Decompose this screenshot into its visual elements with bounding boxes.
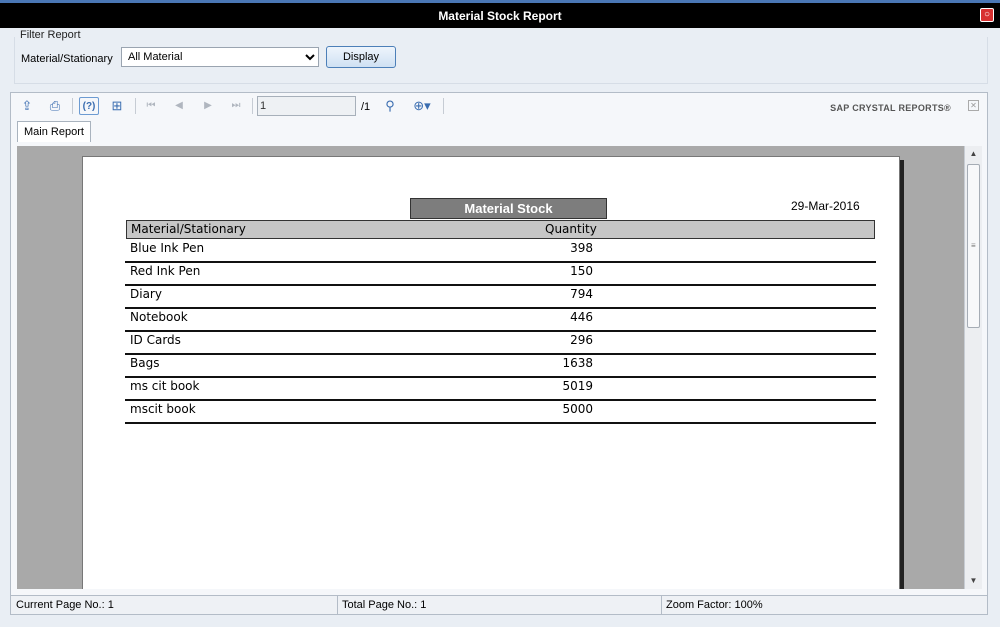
- window-title: Material Stock Report: [438, 9, 562, 23]
- material-name: Notebook: [130, 310, 188, 324]
- status-divider: [661, 596, 662, 614]
- material-select[interactable]: All Material: [121, 47, 319, 67]
- sap-crystal-reports-logo: SAP CRYSTAL REPORTS®: [830, 103, 951, 113]
- report-date: 29-Mar-2016: [791, 199, 860, 213]
- page-number-input[interactable]: [257, 96, 356, 116]
- viewer-toolbar: ⇪ ⎙ (?) ⊞ ⏮ ◀ ▶ ⏭ /1 ⚲ ⊕▾ SAP CRYSTAL RE…: [11, 93, 987, 119]
- table-row: ID Cards 296: [125, 332, 876, 355]
- close-icon[interactable]: ○: [980, 8, 994, 22]
- table-row: ms cit book 5019: [125, 378, 876, 401]
- report-viewer: ⇪ ⎙ (?) ⊞ ⏮ ◀ ▶ ⏭ /1 ⚲ ⊕▾ SAP CRYSTAL RE…: [10, 92, 988, 615]
- table-row: Red Ink Pen 150: [125, 263, 876, 286]
- report-page: Material Stock 29-Mar-2016 Material/Stat…: [82, 156, 900, 589]
- material-quantity: 446: [570, 310, 593, 324]
- material-name: Bags: [130, 356, 160, 370]
- tab-main-report[interactable]: Main Report: [17, 121, 91, 142]
- current-page-status: Current Page No.: 1: [16, 599, 114, 611]
- toolbar-separator: [135, 98, 136, 114]
- table-row: Notebook 446: [125, 309, 876, 332]
- zoom-dropdown-icon[interactable]: ⊕▾: [407, 97, 437, 115]
- table-row: Blue Ink Pen 398: [125, 240, 876, 263]
- print-icon[interactable]: ⎙: [45, 97, 65, 115]
- title-bar: Material Stock Report ○: [0, 0, 1000, 28]
- previous-page-icon[interactable]: ◀: [169, 97, 189, 115]
- material-quantity: 1638: [562, 356, 593, 370]
- next-page-icon[interactable]: ▶: [198, 97, 218, 115]
- report-canvas: Material Stock 29-Mar-2016 Material/Stat…: [17, 146, 982, 589]
- column-header-material: Material/Stationary: [131, 222, 246, 236]
- table-header: Material/Stationary Quantity: [126, 220, 875, 239]
- material-quantity: 296: [570, 333, 593, 347]
- material-name: Blue Ink Pen: [130, 241, 205, 255]
- material-name: ID Cards: [130, 333, 181, 347]
- table-row: Diary 794: [125, 286, 876, 309]
- table-row: mscit book 5000: [125, 401, 876, 424]
- table-row: Bags 1638: [125, 355, 876, 378]
- scroll-down-icon[interactable]: ▼: [965, 573, 982, 589]
- total-page-status: Total Page No.: 1: [342, 599, 427, 611]
- material-quantity: 398: [570, 241, 593, 255]
- material-label: Material/Stationary: [21, 53, 113, 65]
- material-quantity: 5019: [562, 379, 593, 393]
- zoom-factor-status: Zoom Factor: 100%: [666, 599, 763, 611]
- report-title: Material Stock: [410, 198, 607, 219]
- filter-group-title: Filter Report: [20, 29, 81, 41]
- close-view-icon[interactable]: ✕: [968, 100, 979, 111]
- material-name: Diary: [130, 287, 162, 301]
- material-name: mscit book: [130, 402, 196, 416]
- material-quantity: 150: [570, 264, 593, 278]
- toolbar-separator: [252, 98, 253, 114]
- filter-panel: Filter Report Material/Stationary All Ma…: [10, 28, 988, 84]
- display-button[interactable]: Display: [326, 46, 396, 68]
- grip-icon: ≡: [971, 241, 976, 250]
- toolbar-separator: [72, 98, 73, 114]
- status-bar: Current Page No.: 1 Total Page No.: 1 Zo…: [10, 595, 988, 615]
- help-icon[interactable]: (?): [79, 97, 99, 115]
- page-total-label: /1: [361, 101, 371, 113]
- scroll-up-icon[interactable]: ▲: [965, 146, 982, 162]
- column-header-quantity: Quantity: [545, 222, 597, 236]
- export-icon[interactable]: ⇪: [17, 97, 37, 115]
- material-name: Red Ink Pen: [130, 264, 201, 278]
- toolbar-separator: [443, 98, 444, 114]
- last-page-icon[interactable]: ⏭: [226, 97, 246, 115]
- group-tree-icon[interactable]: ⊞: [107, 97, 127, 115]
- find-binoculars-icon[interactable]: ⚲: [380, 97, 400, 115]
- scroll-thumb[interactable]: ≡: [967, 164, 980, 328]
- first-page-icon[interactable]: ⏮: [141, 97, 161, 115]
- status-divider: [337, 596, 338, 614]
- material-quantity: 794: [570, 287, 593, 301]
- material-name: ms cit book: [130, 379, 200, 393]
- material-quantity: 5000: [562, 402, 593, 416]
- vertical-scrollbar[interactable]: ▲ ≡ ▼: [964, 146, 982, 589]
